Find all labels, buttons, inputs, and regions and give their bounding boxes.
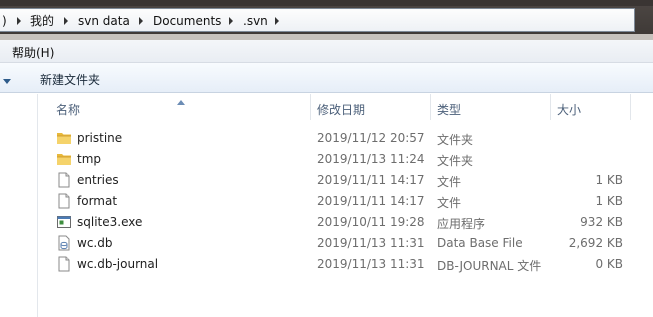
breadcrumb-truncated[interactable]: ) bbox=[2, 13, 7, 29]
chevron-right-icon[interactable] bbox=[136, 13, 146, 29]
file-name: tmp bbox=[77, 152, 102, 166]
column-modified[interactable]: 修改日期 bbox=[317, 101, 365, 118]
file-type: 应用程序 bbox=[437, 217, 486, 231]
file-type: Data Base File bbox=[437, 236, 523, 250]
file-modified-date: 2019/10/11 19:28 bbox=[317, 215, 425, 229]
file-type: 文件 bbox=[437, 175, 462, 189]
exe-icon bbox=[56, 214, 72, 230]
file-modified-date: 2019/11/13 11:31 bbox=[317, 257, 425, 271]
file-icon bbox=[56, 193, 72, 209]
navigation-pane[interactable] bbox=[0, 94, 38, 317]
file-modified-date: 2019/11/11 14:17 bbox=[317, 194, 425, 208]
triangle-down-icon[interactable] bbox=[2, 75, 12, 89]
chevron-right-icon[interactable] bbox=[14, 13, 24, 29]
file-modified-date: 2019/11/12 20:57 bbox=[317, 131, 425, 145]
menu-help[interactable]: 帮助(H) bbox=[12, 44, 54, 61]
folder-icon bbox=[56, 130, 72, 146]
column-size[interactable]: 大小 bbox=[557, 101, 581, 118]
file-row[interactable]: sqlite3.exe 2019/10/11 19:28 应用程序 932 KB bbox=[39, 212, 653, 233]
new-folder-button[interactable]: 新建文件夹 bbox=[40, 71, 100, 88]
file-row[interactable]: format 2019/11/11 14:17 文件 1 KB bbox=[39, 191, 653, 212]
breadcrumb-svn-data[interactable]: svn data bbox=[78, 13, 130, 29]
file-icon bbox=[56, 256, 72, 272]
address-breadcrumb-box[interactable]: ) 我的 svn data Documents .svn bbox=[0, 8, 635, 32]
column-divider[interactable] bbox=[630, 94, 631, 120]
file-modified-date: 2019/11/13 11:24 bbox=[317, 152, 425, 166]
file-icon bbox=[56, 172, 72, 188]
file-type: 文件夹 bbox=[437, 133, 474, 147]
breadcrumb-my[interactable]: 我的 bbox=[30, 13, 54, 29]
file-name: entries bbox=[77, 173, 119, 187]
file-type: 文件夹 bbox=[437, 154, 474, 168]
folder-icon bbox=[56, 151, 72, 167]
file-modified-date: 2019/11/13 11:31 bbox=[317, 236, 425, 250]
breadcrumb-documents[interactable]: Documents bbox=[153, 13, 221, 29]
address-bar: ) 我的 svn data Documents .svn bbox=[0, 6, 653, 34]
column-type[interactable]: 类型 bbox=[437, 101, 461, 118]
command-toolbar: 新建文件夹 bbox=[0, 63, 653, 93]
file-row[interactable]: pristine 2019/11/12 20:57 文件夹 bbox=[39, 128, 653, 149]
breadcrumb-svn[interactable]: .svn bbox=[243, 13, 268, 29]
file-type: DB-JOURNAL 文件 bbox=[437, 259, 542, 273]
file-size: 932 KB bbox=[580, 215, 623, 229]
file-name: format bbox=[77, 194, 118, 208]
column-divider[interactable] bbox=[310, 94, 311, 120]
column-header: 名称 修改日期 类型 大小 bbox=[39, 94, 653, 120]
file-name: wc.db bbox=[77, 236, 113, 250]
file-name: wc.db-journal bbox=[77, 257, 159, 271]
menu-bar: 帮助(H) bbox=[0, 40, 653, 63]
chevron-right-icon[interactable] bbox=[272, 13, 282, 29]
column-divider[interactable] bbox=[550, 94, 551, 120]
file-row[interactable]: wc.db-journal 2019/11/13 11:31 DB-JOURNAL … bbox=[39, 254, 653, 275]
file-row[interactable]: wc.db 2019/11/13 11:31 Data Base File 2,692… bbox=[39, 233, 653, 254]
chevron-right-icon[interactable] bbox=[226, 13, 236, 29]
file-modified-date: 2019/11/11 14:17 bbox=[317, 173, 425, 187]
file-size: 0 KB bbox=[595, 257, 623, 271]
column-name[interactable]: 名称 bbox=[56, 101, 80, 118]
sort-ascending-icon bbox=[177, 94, 185, 108]
file-name: pristine bbox=[77, 131, 123, 145]
file-size: 1 KB bbox=[595, 194, 623, 208]
column-divider[interactable] bbox=[430, 94, 431, 120]
chevron-right-icon[interactable] bbox=[61, 13, 71, 29]
db-file-icon bbox=[56, 235, 72, 251]
file-name: sqlite3.exe bbox=[77, 215, 143, 229]
file-row[interactable]: tmp 2019/11/13 11:24 文件夹 bbox=[39, 149, 653, 170]
file-type: 文件 bbox=[437, 196, 462, 210]
file-size: 2,692 KB bbox=[568, 236, 623, 250]
file-size: 1 KB bbox=[595, 173, 623, 187]
file-row[interactable]: entries 2019/11/11 14:17 文件 1 KB bbox=[39, 170, 653, 191]
